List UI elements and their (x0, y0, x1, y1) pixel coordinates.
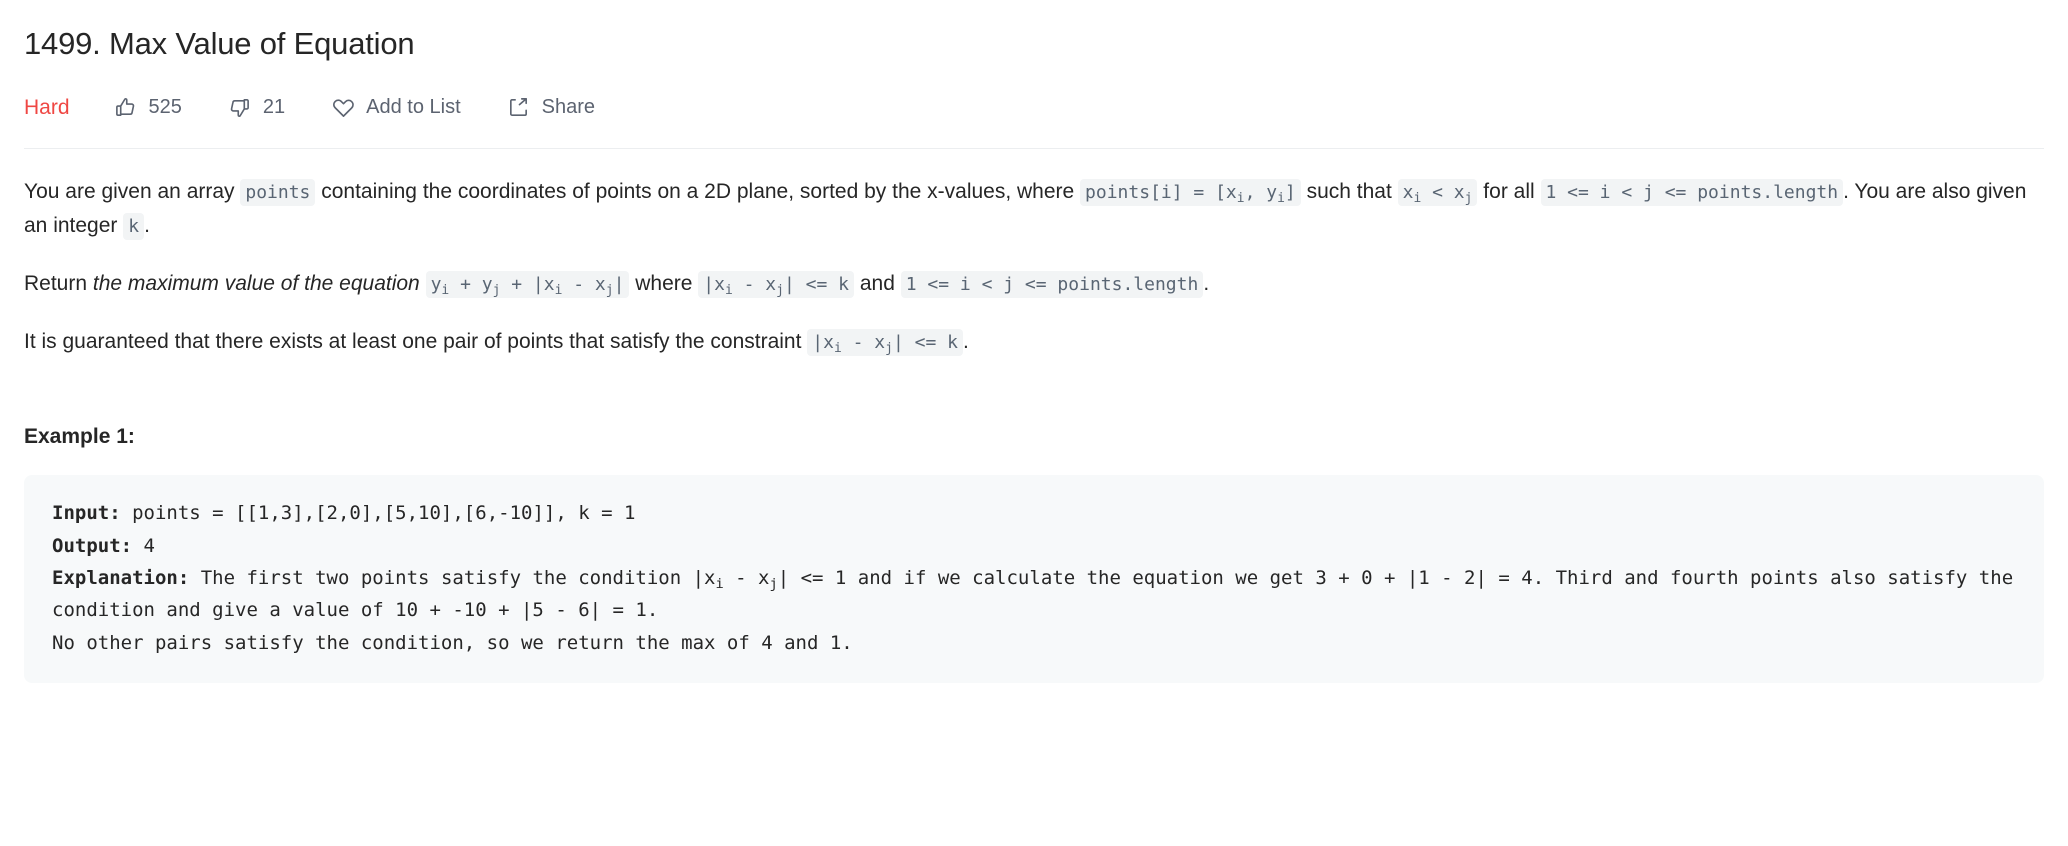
p2-c2-post: | <= k (783, 274, 849, 296)
problem-page: 1499. Max Value of Equation Hard 525 21 (0, 0, 2068, 683)
p2-c2-pre: |x (703, 274, 725, 296)
explanation-sub-2: j (769, 575, 778, 592)
code-points: points (240, 179, 316, 207)
p1-text-2: containing the coordinates of points on … (315, 180, 1081, 204)
p3-c1-mid: - x (841, 332, 886, 354)
code-guarantee-constraint: |xi - xj| <= k (807, 329, 963, 357)
explanation-sub-1: i (715, 575, 724, 592)
description-paragraph-2: Return the maximum value of the equation… (24, 267, 2044, 301)
p2-text-3: where (629, 272, 699, 296)
share-label: Share (541, 96, 596, 119)
description-paragraph-3: It is guaranteed that there exists at le… (24, 325, 2044, 359)
p2-c1-m3: - x (562, 274, 606, 296)
page-title: 1499. Max Value of Equation (24, 26, 415, 61)
code-xi-lt-xj: xi < xj (1397, 179, 1478, 207)
p2-c1-m2: + |x (500, 274, 555, 296)
p1-c2-post: ] (1284, 182, 1296, 204)
code-equation: yi + yj + |xi - xj| (425, 271, 630, 299)
p2-text-5: . (1203, 272, 1210, 296)
code-constraint-k: |xi - xj| <= k (698, 271, 854, 299)
p1-text-1: You are given an array (24, 180, 241, 204)
p2-c2-sub1: i (724, 282, 733, 298)
p3-c1-sub1: i (833, 340, 842, 356)
add-to-list-button[interactable]: Add to List (331, 95, 461, 119)
p1-c2-pre: points[i] = [x (1085, 182, 1237, 204)
like-button[interactable]: 525 (114, 95, 182, 119)
thumbs-up-icon (114, 95, 138, 119)
explanation-part-1: The first two points satisfy the conditi… (189, 566, 716, 589)
p1-c2-sub2: i (1277, 190, 1285, 206)
p2-c1-sub4: j (605, 282, 614, 298)
header-divider (24, 148, 2044, 150)
p2-text-4: and (854, 272, 901, 296)
p2-c1-sub1: i (441, 282, 450, 298)
difficulty-badge: Hard (24, 95, 70, 119)
explanation-label: Explanation: (52, 566, 190, 589)
p3-c1-pre: |x (812, 332, 834, 354)
share-icon (507, 95, 531, 119)
p1-text-6: . (144, 214, 150, 238)
p1-text-4: for all (1477, 180, 1541, 204)
output-label: Output: (52, 534, 133, 557)
code-points-i: points[i] = [xi, yi] (1080, 179, 1301, 207)
explanation-part-2: - x (723, 566, 770, 589)
p3-text-2: . (962, 330, 969, 354)
dislike-count: 21 (262, 96, 286, 119)
add-to-list-label: Add to List (366, 96, 461, 119)
action-bar: Hard 525 21 Add to List Share (24, 90, 2044, 124)
input-label: Input: (52, 502, 121, 525)
like-count: 525 (148, 96, 182, 119)
p1-c2-mid: , y (1244, 182, 1278, 204)
share-button[interactable]: Share (507, 95, 595, 119)
p1-c3-mid: < x (1421, 182, 1465, 204)
p1-c3-pre: x (1402, 182, 1414, 204)
p2-c2-sub2: j (776, 282, 784, 298)
p1-c2-sub1: i (1236, 190, 1245, 206)
p2-c1-sub2: j (492, 282, 501, 298)
p1-c3-sub1: i (1413, 190, 1422, 206)
p3-c1-sub2: j (885, 340, 893, 356)
code-index-range-2: 1 <= i < j <= points.length (900, 271, 1204, 299)
p1-c3-sub2: j (1464, 190, 1473, 206)
p2-c2-mid: - x (732, 274, 777, 296)
code-index-range: 1 <= i < j <= points.length (1540, 179, 1844, 207)
p2-c1-m1: + y (449, 274, 493, 296)
p2-c1-pre: y (430, 274, 442, 296)
heart-icon (331, 95, 355, 119)
problem-description: You are given an array points containing… (24, 175, 2044, 683)
input-value: points = [[1,3],[2,0],[5,10],[6,-10]], k… (120, 502, 636, 525)
code-k: k (123, 213, 145, 241)
p1-text-3: such that (1300, 180, 1398, 204)
p2-c1-sub3: i (554, 282, 563, 298)
description-paragraph-1: You are given an array points containing… (24, 175, 2044, 243)
p2-text-2 (420, 272, 426, 295)
p3-text-1: It is guaranteed that there exists at le… (24, 330, 808, 354)
example-1-block: Input: points = [[1,3],[2,0],[5,10],[6,-… (24, 475, 2044, 683)
example-1-heading: Example 1: (24, 425, 135, 449)
output-value: 4 (132, 534, 155, 557)
thumbs-down-icon (228, 95, 252, 119)
p3-c1-post: | <= k (892, 332, 958, 354)
p2-text-1: Return (24, 272, 93, 296)
p2-c1-post: | (613, 274, 625, 296)
p2-emphasis: the maximum value of the equation (92, 272, 420, 296)
dislike-button[interactable]: 21 (228, 95, 285, 119)
